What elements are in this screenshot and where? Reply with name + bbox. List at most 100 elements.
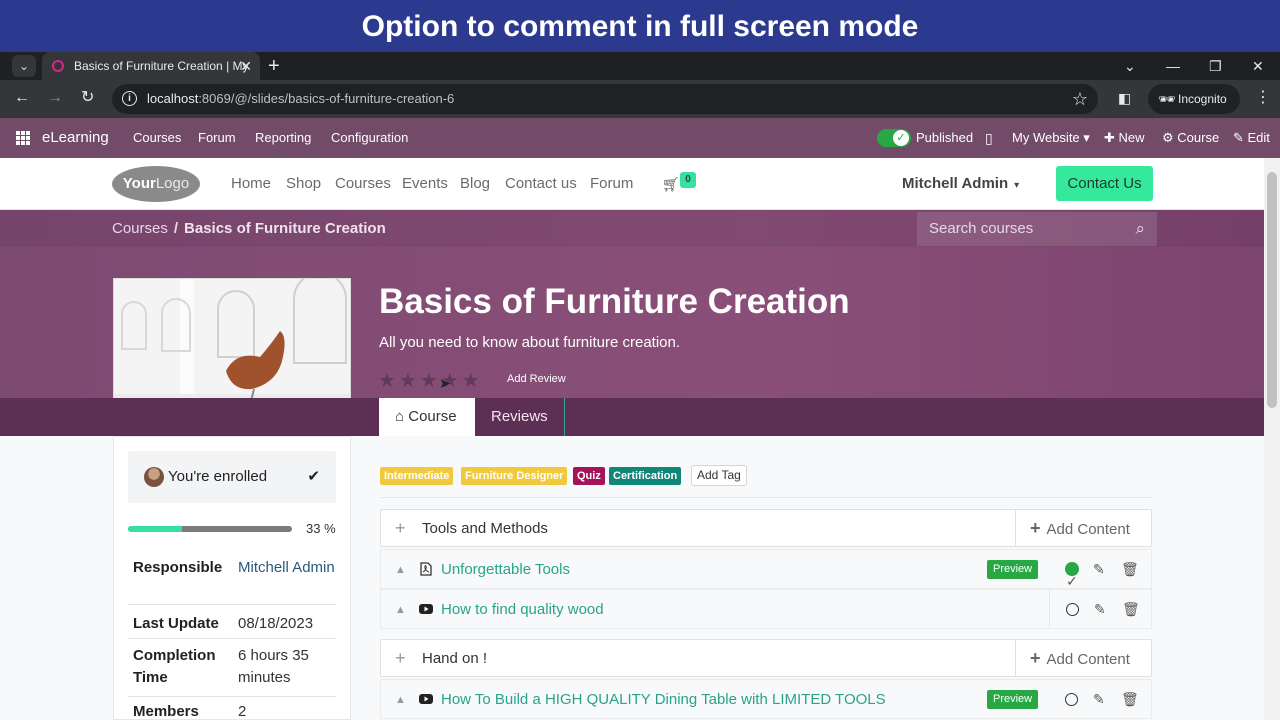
add-tag-button[interactable]: Add Tag [691,465,747,486]
home-icon: ⌂ [395,408,405,425]
info-key: Members [133,703,199,720]
lesson-link[interactable]: How to find quality wood [441,590,604,630]
lesson-link[interactable]: Unforgettable Tools [441,550,570,590]
enrolled-status: You're enrolled ✔ [128,451,336,503]
breadcrumb-courses[interactable]: Courses [112,220,168,237]
tab-search-dropdown-icon[interactable]: ⌄ [12,55,36,77]
lesson-actions: ✎ 🗑︎ [1049,590,1151,628]
url-text[interactable]: localhost:8069/@/slides/basics-of-furnit… [147,84,454,114]
nav-events[interactable]: Events [402,158,448,210]
info-value-responsible[interactable]: Mitchell Admin [238,557,336,579]
nav-home[interactable]: Home [231,158,271,210]
edit-pencil-icon[interactable]: ✎ [1094,590,1106,628]
edit-button[interactable]: ✎ Edit [1233,118,1270,158]
odoo-menu-courses[interactable]: Courses [133,118,181,158]
expand-plus-icon[interactable]: + [395,510,406,546]
maximize-icon[interactable]: ❐ [1209,52,1222,80]
back-icon[interactable]: ← [14,80,30,116]
user-menu[interactable]: Mitchell Admin ▾ [902,158,1019,212]
drag-handle-icon[interactable]: ▲ [395,590,406,630]
section-title: Tools and Methods [422,520,548,537]
progress-bar [128,526,292,532]
published-toggle[interactable] [877,129,911,147]
site-logo[interactable]: YourLogo [112,166,200,202]
drag-handle-icon[interactable]: ▲ [395,680,406,720]
page-scrollbar[interactable] [1264,158,1280,720]
odoo-favicon-icon [52,60,64,72]
cart-icon[interactable]: 🛒︎ [662,158,680,210]
published-label[interactable]: Published [916,118,973,158]
tag-intermediate[interactable]: Intermediate [380,467,454,485]
info-value-completion-time: 6 hours 35 minutes [238,647,309,686]
mobile-preview-icon[interactable]: ▯ [985,118,993,158]
add-content-button[interactable]: + Add Content [1015,640,1151,676]
course-button[interactable]: ⚙ Course [1162,118,1219,158]
nav-contact-us[interactable]: Contact us [505,158,577,210]
odoo-top-bar: eLearning Courses Forum Reporting Config… [0,118,1280,158]
delete-trash-icon[interactable]: 🗑︎ [1121,680,1139,718]
website-switcher[interactable]: My Website ▾ [1012,118,1090,158]
edit-pencil-icon[interactable]: ✎ [1093,550,1105,588]
mouse-cursor-icon: ➤ [439,375,451,391]
lesson-row[interactable]: ▲ How to find quality wood ✎ 🗑︎ [380,589,1152,629]
info-row-responsible: Responsible Mitchell Admin [128,557,336,605]
avatar [144,467,164,487]
drag-handle-icon[interactable]: ▲ [395,550,406,590]
lesson-row[interactable]: ▲ Unforgettable Tools Preview ✓ ✎ 🗑︎ [380,549,1152,589]
lesson-link[interactable]: How To Build a HIGH QUALITY Dining Table… [441,680,886,720]
section-header[interactable]: + Tools and Methods + Add Content [380,509,1152,547]
delete-trash-icon[interactable]: 🗑︎ [1122,590,1140,628]
info-row-completion-time: Completion Time 6 hours 35 minutes [128,645,336,697]
odoo-menu-forum[interactable]: Forum [198,118,236,158]
tab-close-icon[interactable]: ✕ [240,52,252,80]
course-subtitle: All you need to know about furniture cre… [379,334,681,351]
odoo-menu-configuration[interactable]: Configuration [331,118,408,158]
address-bar[interactable]: i localhost:8069/@/slides/basics-of-furn… [112,84,1098,114]
info-value-last-update: 08/18/2023 [238,615,314,632]
nav-blog[interactable]: Blog [460,158,490,210]
window-close-icon[interactable]: ✕ [1252,52,1264,80]
app-name[interactable]: eLearning [42,118,109,158]
new-tab-icon[interactable]: + [268,52,280,80]
new-button[interactable]: ✚ New [1104,118,1145,158]
tab-course[interactable]: ⌂ Course [379,398,475,436]
incognito-icon: 🕶 [1158,91,1176,107]
side-panel-icon[interactable]: ◧ [1118,80,1131,116]
nav-forum[interactable]: Forum [590,158,633,210]
preview-badge: Preview [987,690,1039,709]
search-icon[interactable]: ⌕ [1135,212,1145,246]
forward-icon[interactable]: → [47,80,63,116]
delete-trash-icon[interactable]: 🗑︎ [1121,550,1139,588]
add-content-button[interactable]: + Add Content [1015,510,1151,546]
browser-toolbar: ← → ↻ i localhost:8069/@/slides/basics-o… [0,80,1280,118]
lesson-actions: ✓ ✎ 🗑︎ [1049,550,1151,589]
bookmark-star-icon[interactable]: ☆ [1072,84,1088,114]
tab-reviews[interactable]: Reviews [475,398,565,436]
add-review-link[interactable]: Add Review [507,373,566,385]
tab-list-icon[interactable]: ⌄ [1124,52,1136,80]
info-value-members: 2 [238,703,247,720]
lesson-row[interactable]: ▲ How To Build a HIGH QUALITY Dining Tab… [380,679,1152,719]
site-info-icon[interactable]: i [122,91,137,106]
incognito-indicator[interactable]: 🕶 Incognito [1148,84,1240,114]
contact-us-button[interactable]: Contact Us [1056,166,1153,201]
odoo-menu-reporting[interactable]: Reporting [255,118,311,158]
nav-shop[interactable]: Shop [286,158,321,210]
edit-pencil-icon[interactable]: ✎ [1093,680,1105,718]
rating-stars[interactable]: ★★★★★ [378,368,483,393]
tag-furniture-designer[interactable]: Furniture Designer [461,467,568,485]
info-key: Completion Time [133,647,216,686]
nav-courses[interactable]: Courses [335,158,391,210]
tag-certification[interactable]: Certification [609,467,682,485]
browser-tab[interactable]: Basics of Furniture Creation | My ✕ [42,52,260,80]
reload-icon[interactable]: ↻ [81,80,94,116]
expand-plus-icon[interactable]: + [395,640,406,676]
search-courses-input[interactable]: Search courses ⌕ [917,212,1157,246]
browser-menu-icon[interactable]: ⋮ [1255,80,1271,116]
browser-tab-title: Basics of Furniture Creation | My [74,59,249,73]
section-header[interactable]: + Hand on ! + Add Content [380,639,1152,677]
breadcrumb-current: Basics of Furniture Creation [184,220,386,237]
minimize-icon[interactable]: — [1166,52,1180,80]
apps-menu-icon[interactable] [16,131,30,145]
tag-quiz[interactable]: Quiz [573,467,605,485]
